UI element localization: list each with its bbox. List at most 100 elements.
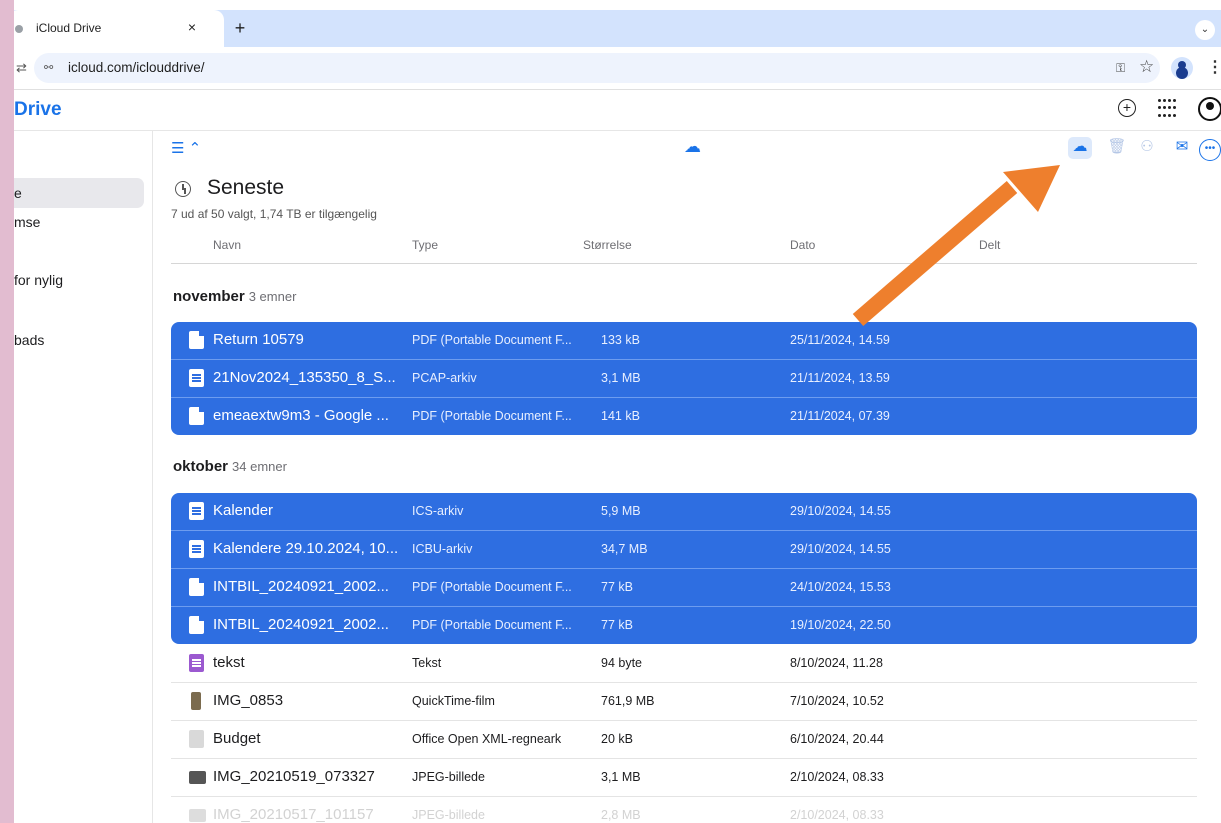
- sidebar-item-recently-deleted[interactable]: for nylig: [14, 265, 144, 295]
- document-icon: [189, 369, 204, 387]
- file-type: PDF (Portable Document F...: [412, 580, 572, 594]
- file-date: 8/10/2024, 11.28: [790, 656, 883, 670]
- file-type: PDF (Portable Document F...: [412, 333, 572, 347]
- file-date: 24/10/2024, 15.53: [790, 580, 891, 594]
- file-type: ICBU-arkiv: [412, 542, 473, 556]
- tab-icloud-drive[interactable]: iCloud Drive ×: [14, 10, 224, 47]
- file-type: Tekst: [412, 656, 442, 670]
- file-size: 20 kB: [601, 732, 633, 746]
- app-title[interactable]: Drive: [14, 99, 62, 121]
- column-name[interactable]: Navn: [213, 238, 241, 252]
- table-row[interactable]: INTBIL_20240921_2002... PDF (Portable Do…: [171, 607, 1197, 644]
- table-row[interactable]: Kalender ICS-arkiv 5,9 MB 29/10/2024, 14…: [171, 493, 1197, 531]
- file-type: PDF (Portable Document F...: [412, 409, 572, 423]
- text-file-icon: [189, 654, 204, 672]
- file-size: 133 kB: [601, 333, 640, 347]
- apps-grid-icon[interactable]: [1158, 99, 1178, 119]
- file-date: 7/10/2024, 10.52: [790, 694, 884, 708]
- column-shared[interactable]: Delt: [979, 238, 1000, 252]
- file-size: 5,9 MB: [601, 504, 641, 518]
- table-row[interactable]: INTBIL_20240921_2002... PDF (Portable Do…: [171, 569, 1197, 607]
- bookmark-star-icon[interactable]: ☆: [1139, 57, 1154, 77]
- file-list-pane: ☰ ⌃ ☁ ☁ 🗑 ⚇ ✉ ••• Seneste 7 ud af 50 val…: [153, 131, 1221, 823]
- file-size: 2,8 MB: [601, 808, 641, 822]
- share-icon[interactable]: ⚇: [1136, 137, 1158, 155]
- list-view-icon[interactable]: ☰ ⌃: [171, 139, 201, 157]
- column-size[interactable]: Størrelse: [583, 238, 632, 252]
- file-size: 34,7 MB: [601, 542, 648, 556]
- more-icon[interactable]: •••: [1199, 139, 1221, 161]
- download-icon[interactable]: ☁: [1068, 137, 1092, 159]
- browser-toolbar: ⇄ ⚯ icloud.com/iclouddrive/ ⚿ ☆ ⋮: [14, 47, 1221, 90]
- image-icon: [189, 771, 206, 784]
- file-date: 2/10/2024, 08.33: [790, 770, 884, 784]
- sidebar-item-browse[interactable]: mse: [14, 207, 144, 237]
- sidebar-item-recents[interactable]: e: [14, 178, 144, 208]
- table-row[interactable]: emeaextw9m3 - Google ... PDF (Portable D…: [171, 398, 1197, 435]
- movie-icon: [191, 692, 201, 710]
- group-label: november: [173, 288, 245, 305]
- add-icon[interactable]: +: [1118, 99, 1136, 117]
- file-name: tekst: [213, 654, 245, 671]
- file-type: Office Open XML-regneark: [412, 732, 562, 746]
- file-date: 21/11/2024, 13.59: [790, 371, 890, 385]
- file-size: 761,9 MB: [601, 694, 655, 708]
- file-size: 77 kB: [601, 618, 633, 632]
- file-size: 141 kB: [601, 409, 640, 423]
- sidebar-item-downloads[interactable]: bads: [14, 325, 144, 355]
- close-icon[interactable]: ×: [182, 19, 202, 35]
- table-row[interactable]: Kalendere 29.10.2024, 10... ICBU-arkiv 3…: [171, 531, 1197, 569]
- trash-icon[interactable]: 🗑: [1106, 137, 1128, 155]
- site-settings-icon[interactable]: ⚯: [44, 61, 53, 74]
- table-row[interactable]: IMG_0853 QuickTime-film 761,9 MB 7/10/20…: [171, 683, 1197, 721]
- file-name: Budget: [213, 730, 261, 747]
- group-count: 34 emner: [232, 459, 287, 474]
- column-date[interactable]: Dato: [790, 238, 815, 252]
- table-row[interactable]: Return 10579 PDF (Portable Document F...…: [171, 322, 1197, 360]
- document-icon: [189, 540, 204, 558]
- image-icon: [189, 809, 206, 822]
- selection-info: 7 ud af 50 valgt, 1,74 TB er tilgængelig: [171, 207, 377, 221]
- column-headers: Navn Type Størrelse Dato Delt: [171, 233, 1197, 264]
- file-date: 21/11/2024, 07.39: [790, 409, 890, 423]
- menu-icon[interactable]: ⋮: [1207, 57, 1221, 77]
- chevron-down-icon[interactable]: ⌄: [1195, 20, 1215, 40]
- file-name: Return 10579: [213, 331, 304, 348]
- file-name: IMG_0853: [213, 692, 284, 709]
- file-name: INTBIL_20240921_2002...: [213, 616, 389, 633]
- profile-icon[interactable]: [1171, 57, 1193, 79]
- spreadsheet-icon: [189, 730, 204, 748]
- file-type: ICS-arkiv: [412, 504, 464, 518]
- app-header: Drive +: [14, 90, 1221, 131]
- file-size: 3,1 MB: [601, 770, 641, 784]
- file-date: 6/10/2024, 20.44: [790, 732, 884, 746]
- mail-icon[interactable]: ✉: [1171, 137, 1193, 155]
- file-name: INTBIL_20240921_2002...: [213, 578, 389, 595]
- tab-title: iCloud Drive: [36, 21, 102, 35]
- table-row[interactable]: IMG_20210517_101157 JPEG-billede 2,8 MB …: [171, 797, 1197, 823]
- file-size: 3,1 MB: [601, 371, 641, 385]
- group-count: 3 emner: [248, 289, 297, 304]
- table-row[interactable]: IMG_20210519_073327 JPEG-billede 3,1 MB …: [171, 759, 1197, 797]
- file-name: emeaextw9m3 - Google ...: [213, 407, 389, 424]
- upload-icon[interactable]: ☁: [684, 137, 701, 157]
- sidebar: e mse for nylig bads: [14, 131, 153, 823]
- account-icon[interactable]: [1198, 97, 1221, 121]
- pdf-icon: [189, 616, 204, 634]
- file-date: 29/10/2024, 14.55: [790, 542, 891, 556]
- file-name: 21Nov2024_135350_8_S...: [213, 369, 396, 386]
- table-row[interactable]: tekst Tekst 94 byte 8/10/2024, 11.28: [171, 645, 1197, 683]
- icloud-favicon-icon: [15, 25, 23, 33]
- clock-icon: [175, 181, 191, 197]
- url-text[interactable]: icloud.com/iclouddrive/: [68, 60, 205, 75]
- table-row[interactable]: 21Nov2024_135350_8_S... PCAP-arkiv 3,1 M…: [171, 360, 1197, 398]
- reload-icon[interactable]: ⇄: [16, 60, 27, 76]
- column-type[interactable]: Type: [412, 238, 438, 252]
- key-icon[interactable]: ⚿: [1116, 61, 1125, 76]
- file-date: 2/10/2024, 08.33: [790, 808, 884, 822]
- group-header-oktober: oktober 34 emner: [173, 458, 287, 475]
- file-size: 77 kB: [601, 580, 633, 594]
- new-tab-button[interactable]: +: [230, 18, 250, 39]
- address-bar[interactable]: ⚯ icloud.com/iclouddrive/ ⚿ ☆: [34, 53, 1160, 83]
- table-row[interactable]: Budget Office Open XML-regneark 20 kB 6/…: [171, 721, 1197, 759]
